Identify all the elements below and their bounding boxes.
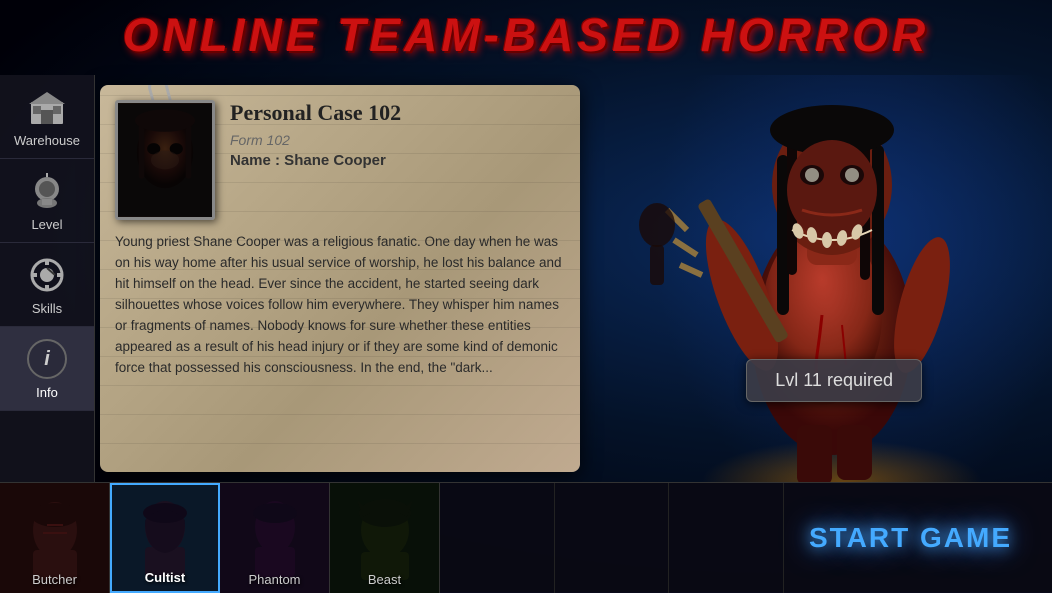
- monster-area: [585, 75, 1052, 482]
- cultist-label: Cultist: [145, 570, 185, 585]
- character-selection-bar: Butcher Cultist Phantom: [0, 482, 1052, 592]
- character-slot-beast[interactable]: Beast: [330, 483, 440, 593]
- case-subtitle: Form 102: [230, 132, 565, 148]
- empty-slot-5: [440, 483, 555, 593]
- sidebar: Warehouse Level Skills: [0, 75, 95, 482]
- warehouse-icon: [25, 85, 69, 129]
- page-title: ONLINE TEAM-BASED HORROR: [0, 8, 1052, 62]
- sidebar-level-label: Level: [31, 217, 62, 232]
- empty-slot-7: [669, 483, 784, 593]
- case-name: Name : Shane Cooper: [230, 152, 565, 169]
- level-icon: [25, 169, 69, 213]
- sidebar-item-info[interactable]: i Info: [0, 327, 94, 411]
- sidebar-item-skills[interactable]: Skills: [0, 243, 94, 327]
- sidebar-skills-label: Skills: [32, 301, 62, 316]
- empty-slot-6: [555, 483, 670, 593]
- case-title: Personal Case 102: [230, 100, 565, 126]
- main-content: Personal Case 102 Form 102 Name : Shane …: [95, 75, 1052, 482]
- case-panel: Personal Case 102 Form 102 Name : Shane …: [100, 85, 580, 472]
- phantom-label: Phantom: [248, 572, 300, 587]
- info-icon: i: [25, 337, 69, 381]
- start-game-label: START GAME: [809, 522, 1012, 553]
- start-game-button[interactable]: START GAME: [784, 512, 1037, 564]
- case-body: Young priest Shane Cooper was a religiou…: [115, 232, 565, 378]
- beast-label: Beast: [368, 572, 401, 587]
- level-badge: Lvl 11 required: [746, 359, 922, 402]
- level-badge-text: Lvl 11 required: [775, 370, 893, 390]
- character-slot-cultist[interactable]: Cultist: [110, 483, 220, 593]
- character-slot-phantom[interactable]: Phantom: [220, 483, 330, 593]
- sidebar-warehouse-label: Warehouse: [14, 133, 80, 148]
- sidebar-item-level[interactable]: Level: [0, 159, 94, 243]
- butcher-label: Butcher: [32, 572, 77, 587]
- character-slot-butcher[interactable]: Butcher: [0, 483, 110, 593]
- skills-icon: [25, 253, 69, 297]
- character-photo: [115, 100, 215, 220]
- case-header: Personal Case 102 Form 102 Name : Shane …: [115, 100, 565, 220]
- sidebar-info-label: Info: [36, 385, 58, 400]
- sidebar-item-warehouse[interactable]: Warehouse: [0, 75, 94, 159]
- case-info: Personal Case 102 Form 102 Name : Shane …: [230, 100, 565, 169]
